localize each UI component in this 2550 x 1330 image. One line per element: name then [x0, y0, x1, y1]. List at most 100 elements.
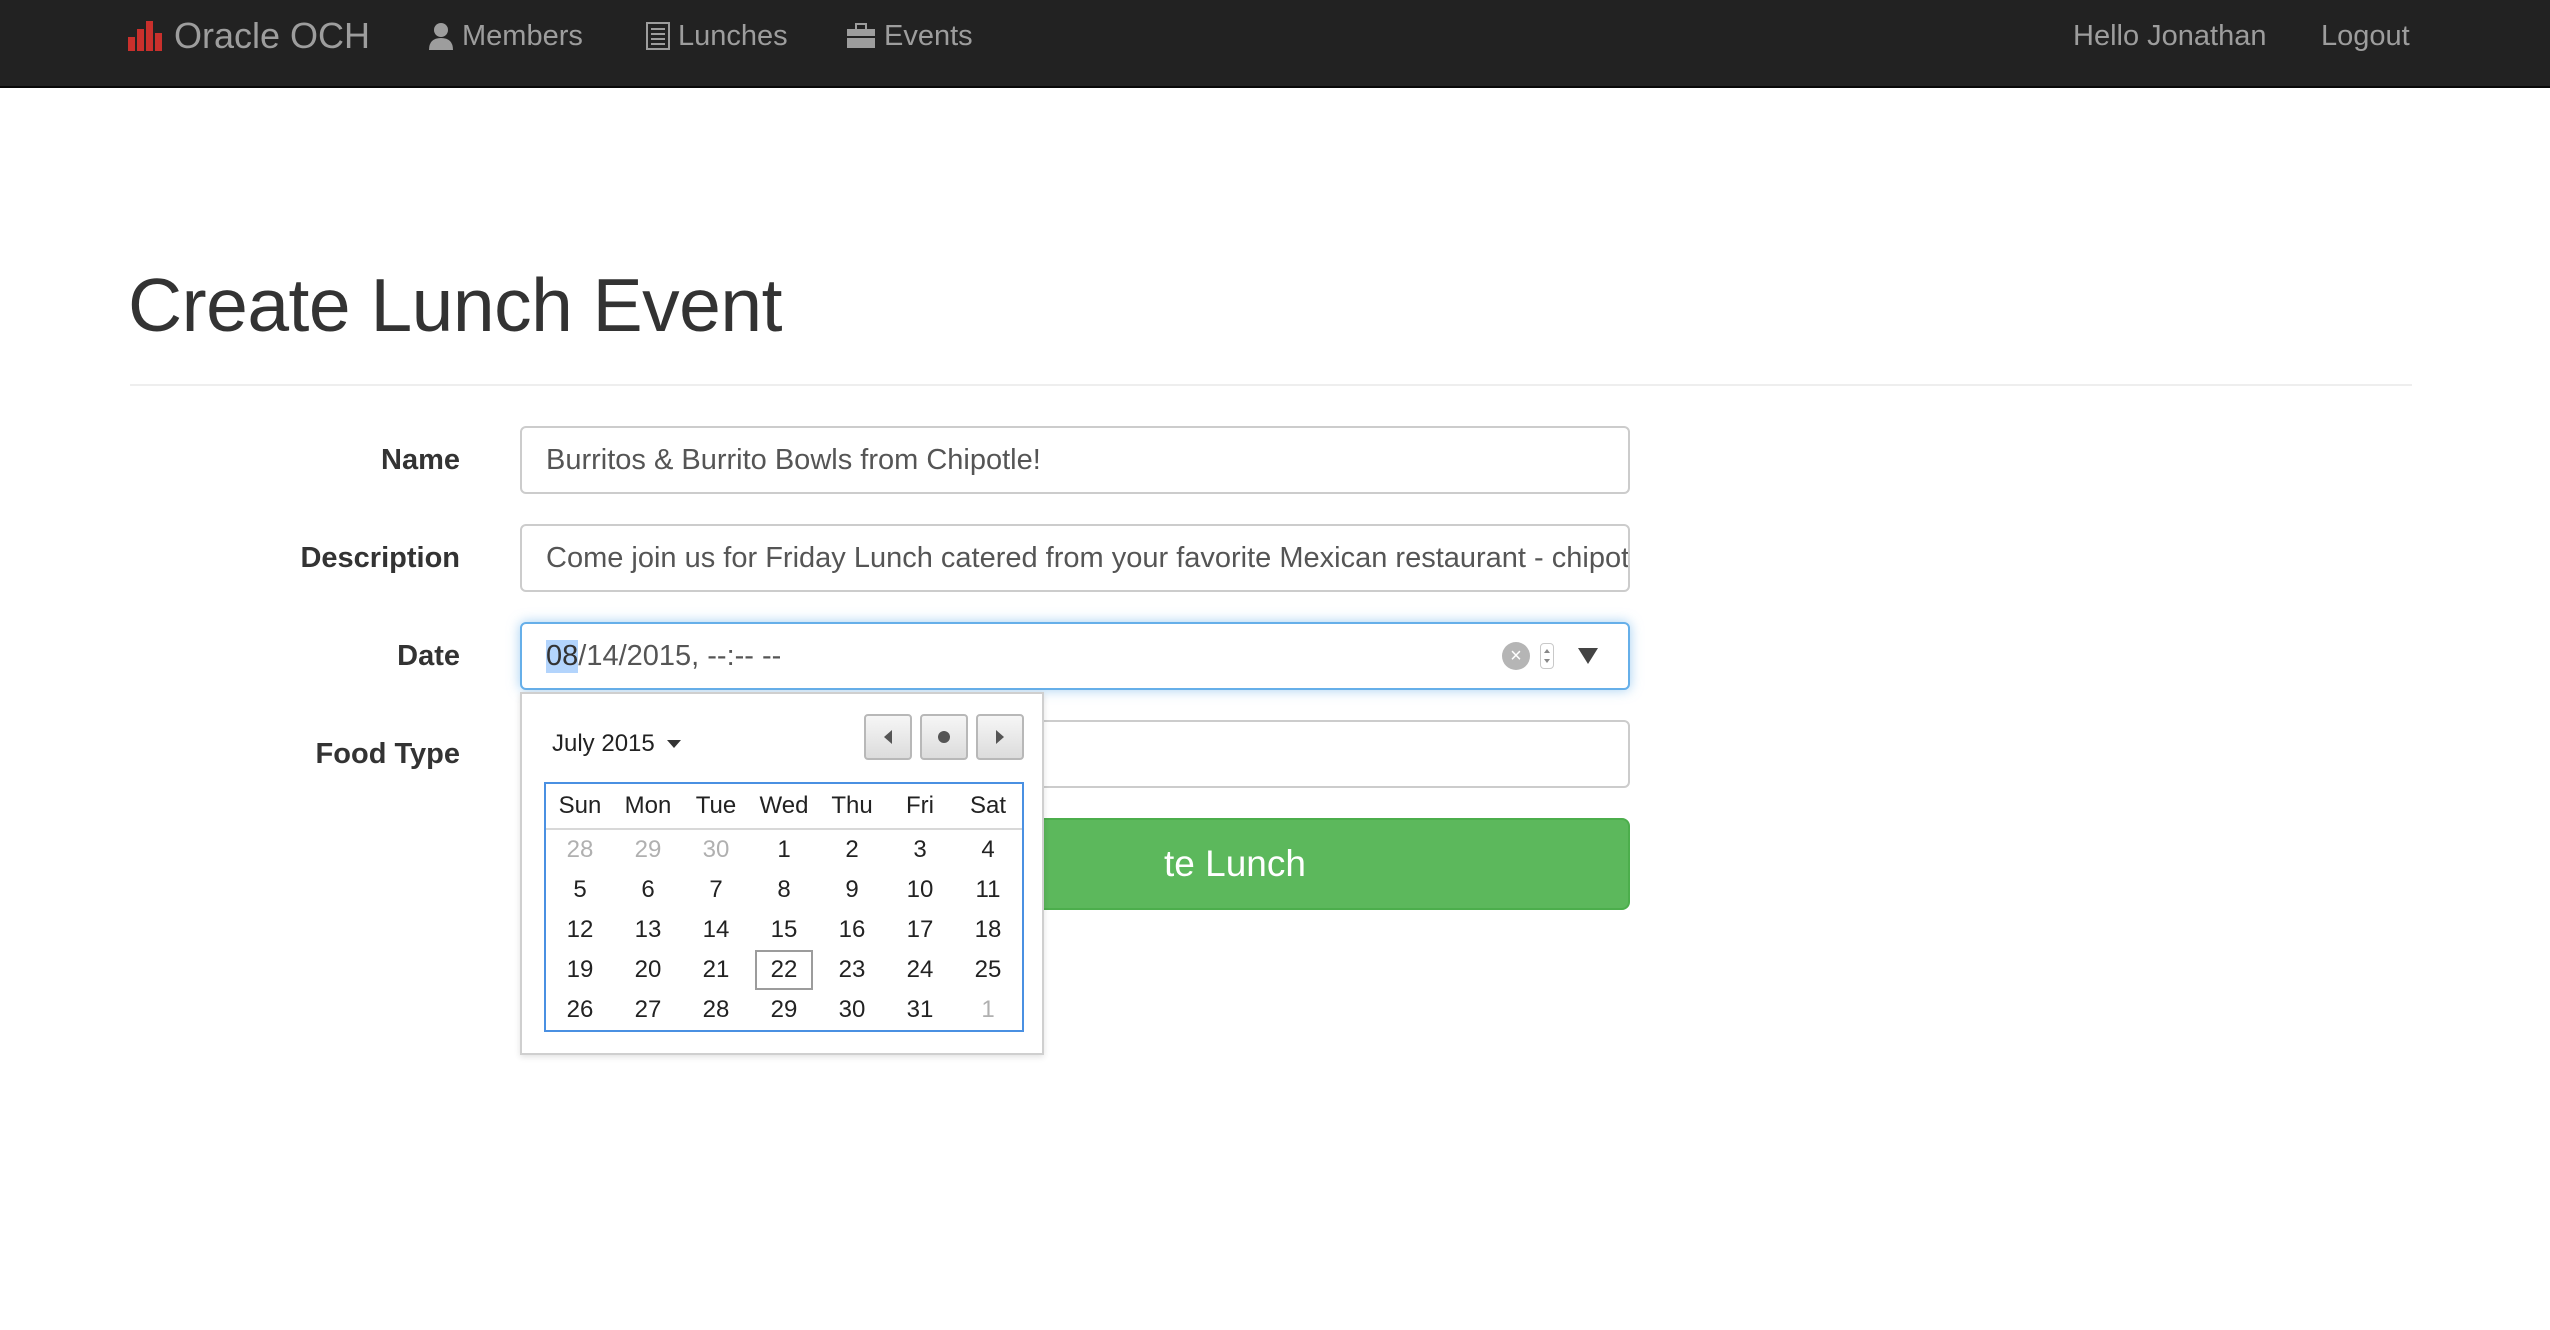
equalizer-logo-icon — [128, 21, 162, 51]
date-label: Date — [397, 640, 460, 672]
calendar-day[interactable]: 8 — [750, 870, 818, 910]
calendar-day[interactable]: 21 — [682, 950, 750, 990]
date-month-segment[interactable]: 08 — [546, 639, 579, 673]
calendar-day-number: 3 — [913, 836, 927, 863]
calendar-day[interactable]: 7 — [682, 870, 750, 910]
calendar-day-number: 7 — [709, 876, 723, 903]
nav-logout-label: Logout — [2321, 19, 2410, 52]
calendar-day[interactable]: 2 — [818, 830, 886, 870]
calendar-days: 28 29 30 1 2 3 4 5 6 7 8 9 10 11 12 13 14 15 16 17 18 19 20 21 2… — [546, 830, 1022, 1030]
name-input[interactable]: Burritos & Burrito Bowls from Chipotle! — [520, 426, 1630, 494]
calendar-day[interactable]: 24 — [886, 950, 954, 990]
brand-link[interactable]: Oracle OCH — [128, 0, 370, 72]
date-rest-segments[interactable]: /14/2015, --:-- -- — [578, 640, 781, 673]
triangle-right-icon — [996, 730, 1004, 744]
nav-lunches-label: Lunches — [678, 19, 788, 52]
calendar-day-number: 9 — [845, 876, 859, 903]
month-label: July 2015 — [552, 730, 655, 757]
calendar-day[interactable]: 26 — [546, 990, 614, 1030]
calendar-day[interactable]: 3 — [886, 830, 954, 870]
calendar-day[interactable]: 17 — [886, 910, 954, 950]
calendar-day-number: 20 — [634, 956, 662, 983]
description-label: Description — [300, 542, 460, 574]
calendar-day[interactable]: 16 — [818, 910, 886, 950]
calendar-day-number: 29 — [634, 836, 662, 863]
user-icon — [428, 22, 454, 50]
calendar-day[interactable]: 10 — [886, 870, 954, 910]
calendar-day[interactable]: 4 — [954, 830, 1022, 870]
calendar-day-number: 30 — [838, 996, 866, 1023]
calendar-day[interactable]: 29 — [750, 990, 818, 1030]
calendar-day[interactable]: 23 — [818, 950, 886, 990]
caret-down-icon — [666, 740, 681, 748]
calendar-day-number: 1 — [777, 836, 791, 863]
description-input-value: Come join us for Friday Lunch catered fr… — [546, 541, 1630, 574]
calendar-day[interactable]: 30 — [682, 830, 750, 870]
nav-members-label: Members — [462, 19, 583, 52]
dropdown-arrow-icon[interactable] — [1578, 648, 1598, 664]
month-selector[interactable]: July 2015 — [552, 730, 681, 758]
calendar-day-number: 12 — [566, 916, 594, 943]
today-button[interactable] — [920, 714, 968, 760]
calendar-day[interactable]: 25 — [954, 950, 1022, 990]
nav-hello-user[interactable]: Hello Jonathan — [2073, 0, 2266, 72]
calendar-day[interactable]: 30 — [818, 990, 886, 1030]
calendar-day-number: 24 — [906, 956, 934, 983]
dot-icon — [938, 731, 950, 743]
calendar-day-number: 1 — [981, 996, 995, 1023]
calendar-day-number: 2 — [845, 836, 859, 863]
calendar-day[interactable]: 14 — [682, 910, 750, 950]
list-icon — [646, 22, 670, 50]
calendar-day[interactable]: 29 — [614, 830, 682, 870]
calendar-day[interactable]: 1 — [954, 990, 1022, 1030]
calendar-day-number: 6 — [641, 876, 655, 903]
calendar-day-number: 4 — [981, 836, 995, 863]
calendar-day[interactable]: 20 — [614, 950, 682, 990]
calendar-day-today[interactable]: 22 — [750, 950, 818, 990]
calendar-day[interactable]: 9 — [818, 870, 886, 910]
calendar-day[interactable]: 13 — [614, 910, 682, 950]
name-input-value: Burritos & Burrito Bowls from Chipotle! — [546, 443, 1041, 476]
calendar-day[interactable]: 28 — [682, 990, 750, 1030]
calendar-day[interactable]: 27 — [614, 990, 682, 1030]
calendar-day-number: 28 — [566, 836, 594, 863]
calendar-day-number: 30 — [702, 836, 730, 863]
calendar-day[interactable]: 5 — [546, 870, 614, 910]
calendar-day-number: 19 — [566, 956, 594, 983]
date-controls: × — [1502, 624, 1598, 688]
weekday-fri: Fri — [906, 792, 934, 819]
calendar-day[interactable]: 15 — [750, 910, 818, 950]
calendar-day-number: 15 — [770, 916, 798, 943]
calendar-day[interactable]: 1 — [750, 830, 818, 870]
weekday-wed: Wed — [759, 792, 809, 819]
nav-logout[interactable]: Logout — [2321, 0, 2410, 72]
header-divider — [130, 384, 2412, 386]
calendar-day-number: 14 — [702, 916, 730, 943]
weekday-tue: Tue — [695, 792, 737, 819]
nav-lunches[interactable]: Lunches — [646, 0, 788, 72]
spinner-icon[interactable] — [1540, 643, 1554, 669]
calendar-day-number: 26 — [566, 996, 594, 1023]
calendar-day[interactable]: 19 — [546, 950, 614, 990]
calendar-day[interactable]: 28 — [546, 830, 614, 870]
date-picker-popup: July 2015 Sun Mon Tue Wed Thu Fri Sat 28 29 30 1 2… — [520, 692, 1044, 1055]
clear-icon[interactable]: × — [1502, 642, 1530, 670]
navbar: Oracle OCH Members Lunches Events Hello … — [0, 0, 2550, 88]
calendar-day[interactable]: 11 — [954, 870, 1022, 910]
calendar-day[interactable]: 31 — [886, 990, 954, 1030]
date-input[interactable]: 08 /14/2015, --:-- -- × — [520, 622, 1630, 690]
calendar-day[interactable]: 6 — [614, 870, 682, 910]
nav-events[interactable]: Events — [846, 0, 973, 72]
calendar-day-number: 11 — [975, 876, 1001, 903]
prev-month-button[interactable] — [864, 714, 912, 760]
description-input[interactable]: Come join us for Friday Lunch catered fr… — [520, 524, 1630, 592]
calendar-day-number: 27 — [634, 996, 662, 1023]
next-month-button[interactable] — [976, 714, 1024, 760]
calendar-day-number: 13 — [634, 916, 662, 943]
calendar-day-number: 29 — [770, 996, 798, 1023]
weekday-header: Sun Mon Tue Wed Thu Fri Sat — [546, 784, 1022, 830]
nav-members[interactable]: Members — [428, 0, 583, 72]
weekday-sat: Sat — [969, 792, 1007, 819]
calendar-day[interactable]: 12 — [546, 910, 614, 950]
calendar-day[interactable]: 18 — [954, 910, 1022, 950]
